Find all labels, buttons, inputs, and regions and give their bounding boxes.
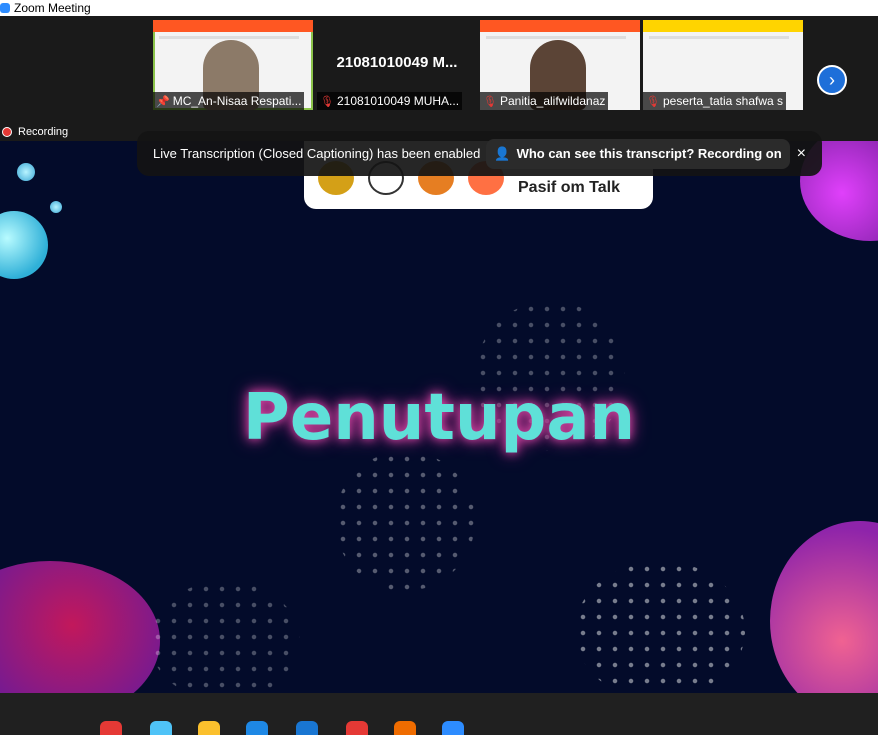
decor-blob bbox=[770, 521, 878, 693]
taskbar-app-icon[interactable] bbox=[394, 721, 416, 735]
slide-title: Penutupan bbox=[242, 381, 636, 455]
participant-display-name: 21081010049 M... bbox=[336, 54, 458, 71]
taskbar-app-icon[interactable] bbox=[246, 721, 268, 735]
decor-blob bbox=[0, 561, 160, 693]
transcript-visibility-button[interactable]: 👤 Who can see this transcript? Recording… bbox=[486, 138, 790, 169]
participant-name-label: 📌 MC_An-Nisaa Respati... bbox=[153, 92, 305, 110]
decor-bubble bbox=[0, 211, 48, 279]
mic-muted-icon: 🎙 bbox=[483, 95, 497, 108]
banner-message: Live Transcription (Closed Captioning) h… bbox=[153, 146, 481, 161]
next-page-button[interactable]: › bbox=[817, 65, 847, 95]
recording-indicator[interactable]: Recording bbox=[2, 126, 68, 138]
taskbar-zoom-icon[interactable] bbox=[442, 721, 464, 735]
participant-name-label: 🎙 Panitia_alifwildanaz bbox=[480, 92, 609, 110]
participant-strip: 📌 MC_An-Nisaa Respati... 21081010049 M..… bbox=[0, 16, 878, 128]
os-taskbar bbox=[0, 693, 878, 735]
taskbar-app-icon[interactable] bbox=[100, 721, 122, 735]
taskbar-folder-icon[interactable] bbox=[198, 721, 220, 735]
transcription-banner: Live Transcription (Closed Captioning) h… bbox=[137, 131, 822, 176]
event-logo-text: Pasif om Talk bbox=[518, 179, 620, 196]
participant-tile-4[interactable]: 🎙 peserta_tatia shafwa s bbox=[643, 20, 803, 110]
taskbar-app-icon[interactable] bbox=[346, 721, 368, 735]
pin-icon: 📌 bbox=[156, 95, 170, 108]
window-title: Zoom Meeting bbox=[14, 1, 91, 15]
decor-dots bbox=[150, 581, 300, 693]
close-banner-button[interactable]: × bbox=[797, 145, 806, 163]
zoom-logo-icon bbox=[0, 3, 10, 13]
person-info-icon: 👤 bbox=[494, 145, 511, 161]
chevron-right-icon: › bbox=[829, 69, 835, 90]
mic-muted-icon: 🎙 bbox=[646, 95, 660, 108]
participant-tile-2[interactable]: 21081010049 M... 🎙 21081010049 MUHA... bbox=[317, 20, 477, 110]
participant-name-label: 🎙 peserta_tatia shafwa s bbox=[643, 92, 787, 110]
taskbar-app-icon[interactable] bbox=[296, 721, 318, 735]
shared-slide: Pasif om Talk Penutupan bbox=[0, 141, 878, 693]
participant-tile-3[interactable]: 🎙 Panitia_alifwildanaz bbox=[480, 20, 640, 110]
decor-bubble bbox=[17, 163, 35, 181]
participant-name-label: 🎙 21081010049 MUHA... bbox=[317, 92, 463, 110]
participant-tile-1[interactable]: 📌 MC_An-Nisaa Respati... bbox=[153, 20, 313, 110]
shared-screen-bar bbox=[480, 20, 640, 32]
shared-screen-bar bbox=[153, 20, 313, 32]
mic-muted-icon: 🎙 bbox=[320, 95, 334, 108]
decor-dots bbox=[575, 561, 745, 693]
record-dot-icon bbox=[2, 127, 12, 137]
window-titlebar: Zoom Meeting bbox=[0, 0, 878, 16]
decor-bubble bbox=[50, 201, 62, 213]
decor-dots bbox=[335, 451, 475, 591]
shared-screen-bar bbox=[643, 20, 803, 32]
taskbar-app-icon[interactable] bbox=[150, 721, 172, 735]
